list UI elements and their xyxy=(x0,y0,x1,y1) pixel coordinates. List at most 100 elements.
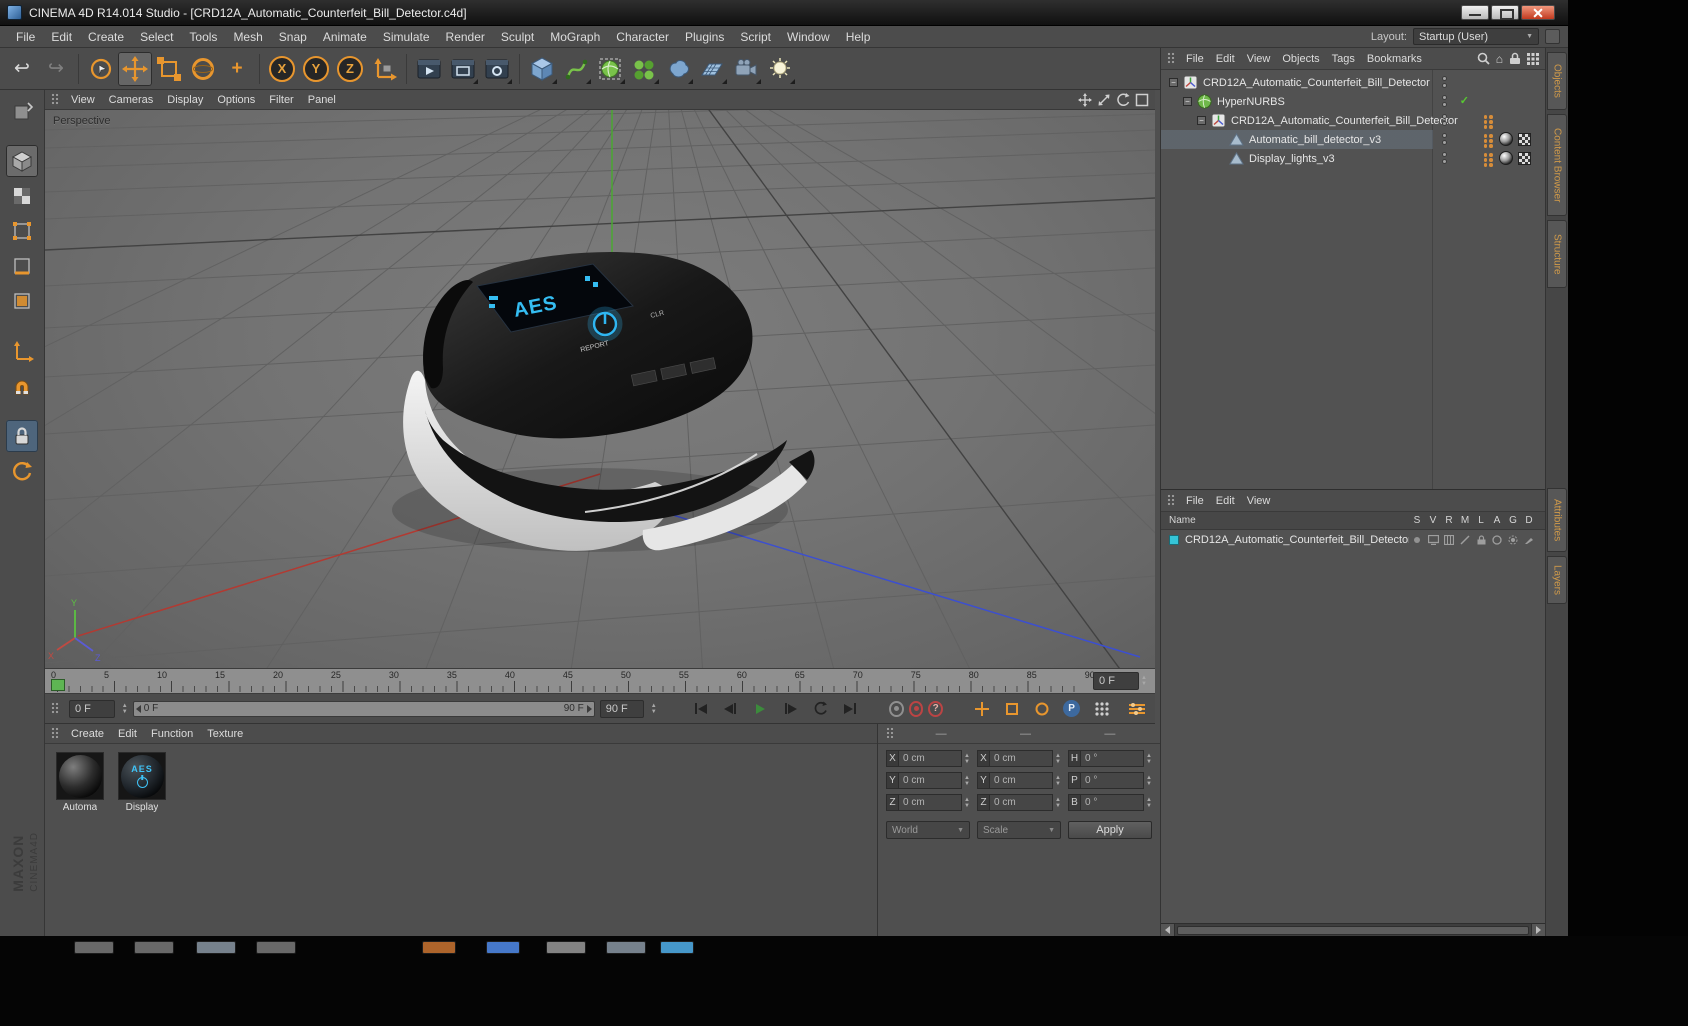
rotation-p-field[interactable]: 0 ° xyxy=(1081,772,1145,789)
collapse-toggle[interactable]: − xyxy=(1197,116,1206,125)
material-thumbnail[interactable]: AES xyxy=(118,752,166,800)
field-stepper[interactable]: ▲ ▼ xyxy=(1055,775,1061,787)
minimize-button[interactable] xyxy=(1461,5,1489,20)
current-frame-marker[interactable] xyxy=(51,679,65,691)
field-stepper[interactable]: ▲ ▼ xyxy=(1055,753,1061,765)
rotate-tool[interactable] xyxy=(186,52,220,86)
menu-snap[interactable]: Snap xyxy=(271,28,315,46)
taskbar-item[interactable] xyxy=(256,941,296,954)
field-stepper[interactable]: ▲ ▼ xyxy=(1146,797,1152,809)
panel-grip[interactable] xyxy=(1167,494,1175,507)
layout-dropdown[interactable]: Startup (User) ▼ xyxy=(1413,28,1539,45)
tab-layers[interactable]: Layers xyxy=(1547,556,1567,604)
layers-menu-view[interactable]: View xyxy=(1241,494,1277,508)
material-menu-texture[interactable]: Texture xyxy=(200,727,250,741)
menu-edit[interactable]: Edit xyxy=(43,28,80,46)
enabled-check-icon[interactable]: ✓ xyxy=(1460,94,1469,107)
edge-mode-button[interactable] xyxy=(6,250,38,282)
camera-zoom-icon[interactable] xyxy=(1097,93,1111,107)
layer-toggle-d[interactable] xyxy=(1521,535,1537,545)
menu-window[interactable]: Window xyxy=(779,28,838,46)
layers-menu-file[interactable]: File xyxy=(1180,494,1210,508)
visibility-dots[interactable] xyxy=(1442,133,1447,145)
panel-grip[interactable] xyxy=(1167,52,1175,65)
viewport-solo-toggle[interactable] xyxy=(6,455,38,487)
uvw-tag-icon[interactable] xyxy=(1518,152,1531,165)
material-item[interactable]: AES Display xyxy=(115,752,169,813)
close-button[interactable] xyxy=(1521,5,1555,20)
add-environment-button[interactable] xyxy=(695,52,729,86)
column-a[interactable]: A xyxy=(1489,515,1505,526)
camera-pan-icon[interactable] xyxy=(1078,92,1092,107)
column-d[interactable]: D xyxy=(1521,515,1537,526)
axis-lock-z[interactable]: Z xyxy=(333,52,367,86)
axis-lock-x[interactable]: X xyxy=(265,52,299,86)
loop-toggle[interactable] xyxy=(808,698,833,720)
visibility-dots[interactable] xyxy=(1442,152,1447,164)
layer-toggle-s[interactable] xyxy=(1409,535,1425,545)
frame-range-slider[interactable]: 0 F 90 F xyxy=(132,700,595,717)
rotation-h-field[interactable]: 0 ° xyxy=(1081,750,1145,767)
play-button[interactable] xyxy=(748,698,773,720)
column-s[interactable]: S xyxy=(1409,515,1425,526)
menu-plugins[interactable]: Plugins xyxy=(677,28,732,46)
layer-toggle-v[interactable] xyxy=(1425,534,1441,545)
taskbar-item[interactable] xyxy=(486,941,520,954)
add-light-button[interactable] xyxy=(763,52,797,86)
key-parameter-toggle[interactable]: P xyxy=(1059,698,1084,720)
axis-lock-y[interactable]: Y xyxy=(299,52,333,86)
menu-animate[interactable]: Animate xyxy=(315,28,375,46)
tag-dots[interactable] xyxy=(1483,134,1494,148)
menu-sculpt[interactable]: Sculpt xyxy=(493,28,542,46)
keyframe-selection-button[interactable]: ? xyxy=(928,700,944,717)
add-metaball-button[interactable] xyxy=(661,52,695,86)
next-frame-button[interactable] xyxy=(778,698,803,720)
add-mograph-button[interactable] xyxy=(627,52,661,86)
size-z-field[interactable]: 0 cm xyxy=(990,794,1054,811)
field-stepper[interactable]: ▲ ▼ xyxy=(1055,797,1061,809)
key-position-toggle[interactable] xyxy=(969,698,994,720)
panel-grip[interactable] xyxy=(51,727,59,740)
material-menu-edit[interactable]: Edit xyxy=(111,727,144,741)
object-row-display-lights-mesh[interactable]: Display_lights_v3 xyxy=(1161,149,1545,168)
tag-dots[interactable] xyxy=(1483,153,1494,167)
scale-mode-dropdown[interactable]: Scale ▼ xyxy=(977,821,1061,839)
object-row-detector-root[interactable]: − CRD12A_Automatic_Counterfeit_Bill_Dete… xyxy=(1161,73,1545,92)
menu-create[interactable]: Create xyxy=(80,28,132,46)
objects-menu-tags[interactable]: Tags xyxy=(1326,52,1361,66)
coords-header-size[interactable]: — xyxy=(983,728,1067,740)
rotation-b-field[interactable]: 0 ° xyxy=(1081,794,1145,811)
add-camera-button[interactable] xyxy=(729,52,763,86)
menu-mograph[interactable]: MoGraph xyxy=(542,28,608,46)
field-stepper[interactable]: ▲ ▼ xyxy=(964,797,970,809)
key-pla-toggle[interactable] xyxy=(1089,698,1114,720)
layers-menu-edit[interactable]: Edit xyxy=(1210,494,1241,508)
apply-button[interactable]: Apply xyxy=(1068,821,1152,839)
layout-menu-icon[interactable] xyxy=(1545,29,1560,44)
texture-mode-button[interactable] xyxy=(6,180,38,212)
last-used-tool[interactable]: + xyxy=(220,52,254,86)
camera-rotate-icon[interactable] xyxy=(1116,92,1130,107)
taskbar-item[interactable] xyxy=(196,941,236,954)
tab-attributes[interactable]: Attributes xyxy=(1547,488,1567,552)
timeline-ruler[interactable]: 05 10 15 20 25 30 35 40 45 50 55 60 65 70 75 80… xyxy=(45,668,1155,694)
make-editable-button[interactable] xyxy=(6,95,38,127)
viewport-menu-panel[interactable]: Panel xyxy=(301,93,343,107)
point-mode-button[interactable] xyxy=(6,215,38,247)
model-mode-button[interactable] xyxy=(6,145,38,177)
autokey-toggle[interactable] xyxy=(908,700,924,717)
horizontal-scrollbar[interactable] xyxy=(1161,923,1545,936)
goto-end-button[interactable] xyxy=(838,698,863,720)
column-r[interactable]: R xyxy=(1441,515,1457,526)
panel-grid-icon[interactable] xyxy=(1527,52,1539,65)
field-stepper[interactable]: ▲ ▼ xyxy=(964,753,970,765)
key-rotation-toggle[interactable] xyxy=(1029,698,1054,720)
size-x-field[interactable]: 0 cm xyxy=(990,750,1054,767)
search-icon[interactable] xyxy=(1477,52,1490,65)
menu-script[interactable]: Script xyxy=(732,28,779,46)
tab-content-browser[interactable]: Content Browser xyxy=(1547,114,1567,216)
coordinate-system-toggle[interactable] xyxy=(367,52,401,86)
column-l[interactable]: L xyxy=(1473,515,1489,526)
size-y-field[interactable]: 0 cm xyxy=(990,772,1054,789)
maximize-button[interactable] xyxy=(1491,5,1519,20)
